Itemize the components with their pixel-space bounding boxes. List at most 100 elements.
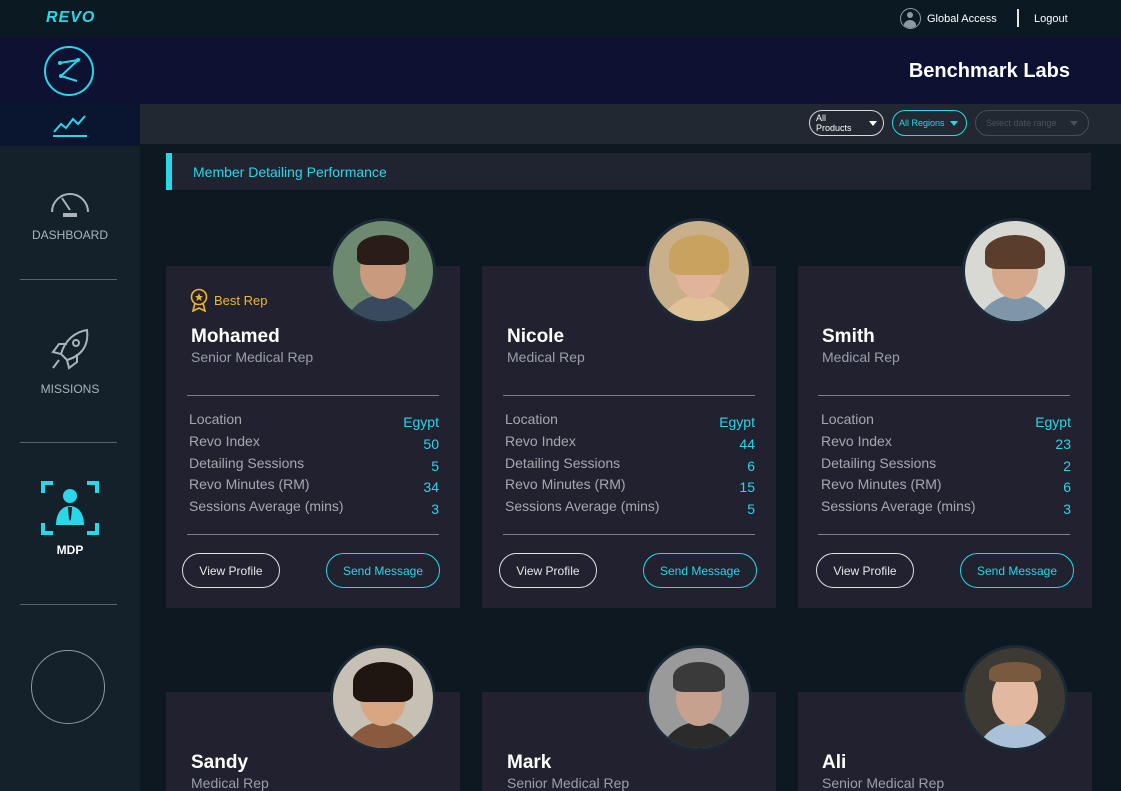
stat-label-detailing-sessions: Detailing Sessions bbox=[189, 454, 305, 471]
stat-value-location: Egypt bbox=[1035, 414, 1071, 430]
sidebar-item-mdp[interactable]: MDP bbox=[0, 481, 140, 557]
brand-logo[interactable]: REVO bbox=[46, 9, 95, 27]
topbar-divider bbox=[1017, 9, 1019, 27]
member-role: Medical Rep bbox=[191, 775, 269, 791]
send-message-button[interactable]: Send Message bbox=[326, 553, 440, 588]
member-role: Senior Medical Rep bbox=[507, 775, 630, 791]
stat-values: Egypt 23 2 6 3 bbox=[971, 412, 1071, 521]
stat-value-detailing-sessions: 2 bbox=[1063, 457, 1071, 474]
products-dropdown[interactable]: All Products bbox=[809, 110, 884, 136]
sidebar-divider bbox=[20, 604, 117, 605]
award-icon bbox=[190, 288, 208, 312]
stat-values: Egypt 50 5 34 3 bbox=[339, 412, 439, 521]
member-photo bbox=[646, 218, 752, 324]
stat-label-location: Location bbox=[505, 411, 558, 427]
member-photo bbox=[962, 645, 1068, 751]
member-name: Ali bbox=[822, 752, 847, 773]
stat-labels: Location Revo Index Detailing Sessions R… bbox=[821, 409, 976, 518]
sidebar-item-dashboard[interactable]: DASHBOARD bbox=[0, 180, 140, 242]
stat-value-detailing-sessions: 5 bbox=[431, 457, 439, 474]
global-access-label[interactable]: Global Access bbox=[927, 13, 997, 25]
stat-label-location: Location bbox=[189, 411, 242, 427]
stat-value-detailing-sessions: 6 bbox=[747, 457, 755, 474]
stat-label-revo-index: Revo Index bbox=[189, 432, 260, 449]
user-focus-icon bbox=[41, 481, 99, 535]
chevron-down-icon bbox=[1070, 120, 1078, 126]
filter-toolbar bbox=[140, 104, 1121, 144]
stat-value-location: Egypt bbox=[403, 414, 439, 430]
view-profile-button[interactable]: View Profile bbox=[816, 553, 914, 588]
stat-value-revo-minutes: 15 bbox=[739, 479, 755, 496]
member-photo bbox=[962, 218, 1068, 324]
products-dropdown-label: All Products bbox=[816, 113, 852, 133]
company-name: Benchmark Labs bbox=[908, 60, 1070, 82]
sidebar-item-label: MDP bbox=[56, 543, 84, 557]
date-range-dropdown[interactable]: Select date range bbox=[975, 110, 1089, 136]
member-photo bbox=[330, 218, 436, 324]
member-role: Medical Rep bbox=[822, 349, 900, 365]
section-accent-bar bbox=[166, 153, 172, 190]
member-name: Sandy bbox=[191, 752, 249, 773]
stat-values: Egypt 44 6 15 5 bbox=[655, 412, 755, 521]
stat-label-sessions-average: Sessions Average (mins) bbox=[189, 498, 344, 514]
member-photo bbox=[646, 645, 752, 751]
card-divider bbox=[187, 534, 439, 535]
send-message-button[interactable]: Send Message bbox=[643, 553, 757, 588]
card-divider bbox=[503, 534, 755, 535]
section-header: Member Detailing Performance bbox=[166, 153, 1091, 190]
regions-dropdown[interactable]: All Regions bbox=[892, 110, 967, 136]
view-profile-button[interactable]: View Profile bbox=[499, 553, 597, 588]
stat-label-revo-minutes: Revo Minutes (RM) bbox=[821, 476, 942, 493]
member-name: Nicole bbox=[507, 326, 565, 347]
view-profile-button[interactable]: View Profile bbox=[182, 553, 280, 588]
stat-label-detailing-sessions: Detailing Sessions bbox=[505, 454, 621, 471]
stat-value-sessions-average: 3 bbox=[431, 501, 439, 517]
chevron-down-icon bbox=[869, 120, 877, 126]
card-divider bbox=[818, 534, 1070, 535]
global-access[interactable]: Global Access bbox=[900, 8, 997, 29]
sidebar-item-missions[interactable]: MISSIONS bbox=[0, 326, 140, 396]
stat-value-sessions-average: 5 bbox=[747, 501, 755, 517]
user-icon bbox=[900, 8, 921, 29]
best-rep-badge: Best Rep bbox=[190, 288, 267, 312]
analytics-nav[interactable] bbox=[0, 104, 140, 146]
stat-label-location: Location bbox=[821, 411, 874, 427]
card-divider bbox=[818, 395, 1070, 396]
avatar[interactable] bbox=[31, 650, 105, 724]
send-message-button[interactable]: Send Message bbox=[960, 553, 1074, 588]
chevron-down-icon bbox=[949, 120, 958, 126]
stat-labels: Location Revo Index Detailing Sessions R… bbox=[189, 409, 344, 518]
sidebar-item-label: MISSIONS bbox=[40, 382, 100, 396]
stat-label-revo-minutes: Revo Minutes (RM) bbox=[505, 476, 626, 493]
regions-dropdown-label: All Regions bbox=[899, 118, 945, 128]
member-name: Mohamed bbox=[191, 326, 280, 347]
logout-link[interactable]: Logout bbox=[1034, 13, 1068, 25]
stat-value-revo-index: 50 bbox=[423, 435, 439, 452]
stat-label-detailing-sessions: Detailing Sessions bbox=[821, 454, 937, 471]
member-name: Mark bbox=[507, 752, 552, 773]
stat-value-sessions-average: 3 bbox=[1063, 501, 1071, 517]
stat-value-revo-index: 23 bbox=[1055, 435, 1071, 452]
sidebar-divider bbox=[20, 442, 117, 443]
stat-label-revo-index: Revo Index bbox=[505, 432, 576, 449]
stat-label-sessions-average: Sessions Average (mins) bbox=[821, 498, 976, 514]
member-photo bbox=[330, 645, 436, 751]
member-role: Senior Medical Rep bbox=[191, 349, 314, 365]
stat-labels: Location Revo Index Detailing Sessions R… bbox=[505, 409, 660, 518]
member-name: Smith bbox=[822, 326, 875, 347]
member-role: Senior Medical Rep bbox=[822, 775, 945, 791]
stat-label-sessions-average: Sessions Average (mins) bbox=[505, 498, 660, 514]
chart-line-icon bbox=[53, 115, 87, 137]
sidebar-item-label: DASHBOARD bbox=[31, 228, 108, 242]
stat-value-revo-index: 44 bbox=[739, 435, 755, 452]
stat-label-revo-index: Revo Index bbox=[821, 432, 892, 449]
best-rep-label: Best Rep bbox=[214, 292, 268, 308]
section-title: Member Detailing Performance bbox=[193, 164, 387, 180]
sidebar-divider bbox=[20, 279, 117, 280]
app-logo-icon[interactable] bbox=[44, 46, 94, 96]
stat-value-revo-minutes: 34 bbox=[423, 479, 439, 496]
stat-label-revo-minutes: Revo Minutes (RM) bbox=[189, 476, 310, 493]
stat-value-revo-minutes: 6 bbox=[1063, 479, 1071, 496]
card-divider bbox=[187, 395, 439, 396]
stat-value-location: Egypt bbox=[719, 414, 755, 430]
